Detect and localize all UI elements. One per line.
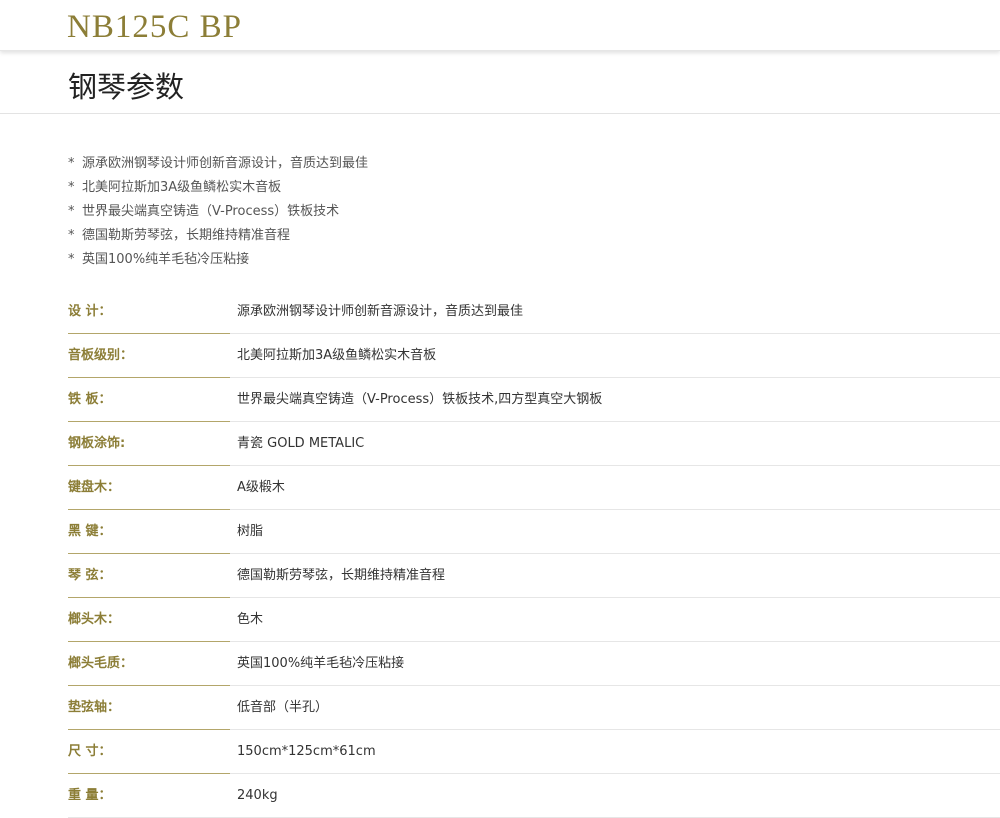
spec-value: 150cm*125cm*61cm [237, 744, 376, 759]
spec-label: 键盘木： [68, 480, 121, 495]
spec-row-dimensions: 尺 寸： 150cm*125cm*61cm [68, 730, 1000, 774]
spec-value: A级椴木 [237, 480, 285, 495]
bullet-marker: * [68, 252, 75, 267]
spec-value: 世界最尖端真空铸造（V-Process）铁板技术,四方型真空大钢板 [237, 392, 603, 407]
feature-text: 北美阿拉斯加3A级鱼鳞松实木音板 [82, 180, 282, 195]
spec-value: 低音部（半孔） [237, 700, 329, 715]
spec-row-iron-plate: 铁 板： 世界最尖端真空铸造（V-Process）铁板技术,四方型真空大钢板 [68, 378, 1000, 422]
feature-text: 世界最尖端真空铸造（V-Process）铁板技术 [82, 204, 340, 219]
spec-label: 垫弦轴： [68, 700, 121, 715]
spec-label: 榔头毛质： [68, 656, 134, 671]
bullet-marker: * [68, 180, 75, 195]
spec-value: 青瓷 GOLD METALIC [237, 436, 365, 451]
spec-row-design: 设 计： 源承欧洲钢琴设计师创新音源设计，音质达到最佳 [68, 290, 1000, 334]
spec-row-keyboard-wood: 键盘木： A级椴木 [68, 466, 1000, 510]
spec-row-hammer-felt: 榔头毛质： 英国100%纯羊毛毡冷压粘接 [68, 642, 1000, 686]
feature-item: * 源承欧洲钢琴设计师创新音源设计，音质达到最佳 [68, 152, 368, 176]
spec-value: 英国100%纯羊毛毡冷压粘接 [237, 656, 405, 671]
spec-label: 榔头木： [68, 612, 121, 627]
spec-row-black-keys: 黑 键： 树脂 [68, 510, 1000, 554]
spec-label: 设 计： [68, 304, 112, 319]
spec-value: 德国勒斯劳琴弦，长期维持精准音程 [237, 568, 446, 583]
feature-item: * 英国100%纯羊毛毡冷压粘接 [68, 248, 368, 272]
model-title: NB125C BP [67, 9, 242, 45]
spec-value: 源承欧洲钢琴设计师创新音源设计，音质达到最佳 [237, 304, 524, 319]
spec-value: 240kg [237, 788, 278, 803]
feature-list: * 源承欧洲钢琴设计师创新音源设计，音质达到最佳 * 北美阿拉斯加3A级鱼鳞松实木音… [68, 152, 368, 272]
spec-table: 设 计： 源承欧洲钢琴设计师创新音源设计，音质达到最佳 音板级别： 北美阿拉斯加… [68, 290, 1000, 818]
spec-row-strings: 琴 弦： 德国勒斯劳琴弦，长期维持精准音程 [68, 554, 1000, 598]
spec-label: 琴 弦： [68, 568, 112, 583]
feature-item: * 德国勒斯劳琴弦，长期维持精准音程 [68, 224, 368, 248]
feature-text: 源承欧洲钢琴设计师创新音源设计，音质达到最佳 [82, 156, 369, 171]
spec-label: 铁 板： [68, 392, 112, 407]
bullet-marker: * [68, 204, 75, 219]
feature-item: * 北美阿拉斯加3A级鱼鳞松实木音板 [68, 176, 368, 200]
spec-row-hammer-wood: 榔头木： 色木 [68, 598, 1000, 642]
bullet-marker: * [68, 228, 75, 243]
feature-item: * 世界最尖端真空铸造（V-Process）铁板技术 [68, 200, 368, 224]
spec-label: 黑 键： [68, 524, 112, 539]
page-header: NB125C BP [0, 0, 1000, 51]
spec-label: 钢板涂饰: [68, 436, 126, 451]
spec-value: 色木 [237, 612, 264, 627]
section-title: 钢琴参数 [68, 70, 185, 104]
section-divider [0, 113, 1000, 114]
spec-row-string-bushing: 垫弦轴： 低音部（半孔） [68, 686, 1000, 730]
spec-label: 重 量： [68, 788, 112, 803]
feature-text: 德国勒斯劳琴弦，长期维持精准音程 [82, 228, 291, 243]
spec-row-weight: 重 量： 240kg [68, 774, 1000, 818]
spec-value: 北美阿拉斯加3A级鱼鳞松实木音板 [237, 348, 437, 363]
spec-row-plate-finish: 钢板涂饰: 青瓷 GOLD METALIC [68, 422, 1000, 466]
spec-label: 音板级别： [68, 348, 134, 363]
bullet-marker: * [68, 156, 75, 171]
spec-row-soundboard: 音板级别： 北美阿拉斯加3A级鱼鳞松实木音板 [68, 334, 1000, 378]
feature-text: 英国100%纯羊毛毡冷压粘接 [82, 252, 250, 267]
spec-value: 树脂 [237, 524, 264, 539]
spec-label: 尺 寸： [68, 744, 112, 759]
